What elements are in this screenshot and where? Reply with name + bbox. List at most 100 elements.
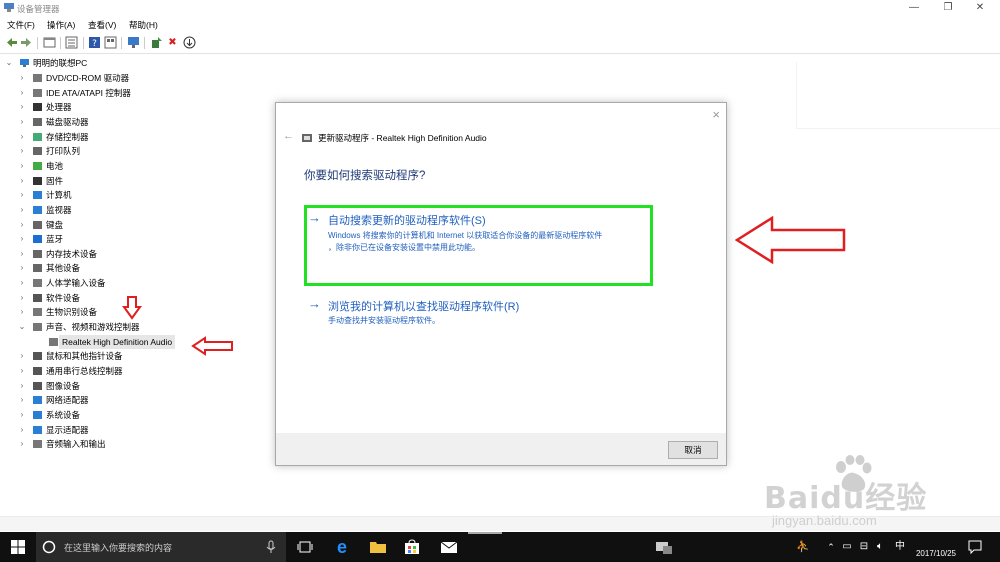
chevron-right-icon[interactable]: › — [18, 203, 26, 217]
menu-view[interactable]: 查看(V) — [88, 19, 116, 31]
update-driver-icon[interactable] — [150, 36, 163, 49]
taskbar-search[interactable]: 在这里输入你要搜索的内容 — [36, 532, 286, 562]
menu-help[interactable]: 帮助(H) — [129, 19, 158, 31]
battery-tray-icon[interactable]: ▭ — [842, 539, 852, 555]
clock-date[interactable]: 2017/10/25 — [910, 546, 962, 562]
tree-item-label: 显示适配器 — [46, 424, 89, 435]
tree-item-label: 蓝牙 — [46, 234, 64, 245]
chevron-down-icon[interactable]: ⌄ — [5, 56, 13, 70]
tree-item-label: 计算机 — [46, 190, 72, 201]
tree-item-label: 图像设备 — [46, 380, 81, 391]
chevron-right-icon[interactable]: › — [18, 261, 26, 275]
monitor-icon[interactable] — [127, 36, 140, 49]
storage-controller-icon — [33, 132, 42, 141]
menu-file[interactable]: 文件(F) — [7, 19, 35, 31]
tree-item-label: 存储控制器 — [46, 131, 89, 142]
browse-title: 浏览我的计算机以查找驱动程序软件(R) — [328, 301, 520, 313]
tree-item-label: 键盘 — [46, 219, 64, 230]
system-device-icon — [33, 410, 42, 419]
chevron-right-icon[interactable]: › — [18, 130, 26, 144]
uninstall-icon[interactable]: ✖ — [166, 36, 179, 49]
mail-icon[interactable] — [440, 539, 458, 555]
chevron-right-icon[interactable]: › — [18, 71, 26, 85]
tray-expand-icon[interactable]: ⌃ — [826, 539, 836, 555]
chevron-right-icon[interactable]: › — [18, 291, 26, 305]
tree-item-label: 鼠标和其他指针设备 — [46, 351, 123, 362]
audio-io-icon — [33, 440, 42, 449]
window-title: 设备管理器 — [17, 4, 60, 14]
chevron-right-icon[interactable]: › — [18, 437, 26, 451]
tree-item-label: 监视器 — [46, 204, 72, 215]
people-icon[interactable]: ⛹ — [796, 539, 810, 555]
chevron-right-icon[interactable]: › — [18, 144, 26, 158]
usb-icon — [33, 367, 42, 375]
toolbar-separator — [37, 37, 38, 49]
memory-icon — [33, 249, 42, 258]
store-icon[interactable] — [404, 539, 420, 555]
chevron-right-icon[interactable]: › — [18, 364, 26, 378]
chevron-right-icon[interactable]: › — [18, 349, 26, 363]
microphone-icon[interactable] — [266, 540, 276, 554]
tree-item-label: 音频输入和输出 — [46, 439, 106, 450]
list-icon[interactable] — [65, 36, 78, 49]
menu-action[interactable]: 操作(A) — [47, 19, 75, 31]
chevron-right-icon[interactable]: › — [18, 188, 26, 202]
volume-tray-icon[interactable]: 🔈︎ — [874, 539, 886, 555]
network-icon — [33, 396, 42, 405]
monitor-icon — [33, 205, 42, 214]
chevron-right-icon[interactable]: › — [18, 218, 26, 232]
dialog-back-button[interactable]: ← — [283, 130, 294, 142]
ime-indicator[interactable]: 中 — [894, 539, 906, 555]
back-arrow-icon[interactable] — [5, 36, 18, 49]
cpu-icon — [33, 103, 42, 112]
chevron-right-icon[interactable]: › — [18, 232, 26, 246]
chevron-right-icon[interactable]: › — [18, 247, 26, 261]
chevron-right-icon[interactable]: › — [18, 379, 26, 393]
watermark-logo-text: Baidu经验 — [764, 481, 928, 516]
auto-search-option[interactable]: → 自动搜索更新的驱动程序软件(S) Windows 将搜索你的计算机和 Int… — [308, 207, 644, 277]
browse-option[interactable]: → 浏览我的计算机以查找驱动程序软件(R) 手动查找并安装驱动程序软件。 — [308, 295, 644, 329]
chevron-right-icon[interactable]: › — [18, 174, 26, 188]
file-explorer-icon[interactable] — [369, 539, 387, 555]
tree-item-label: 内存技术设备 — [46, 248, 98, 259]
search-input[interactable]: 在这里输入你要搜索的内容 — [64, 541, 172, 554]
task-view-icon[interactable] — [297, 539, 313, 555]
chevron-right-icon[interactable]: › — [18, 408, 26, 422]
edge-icon[interactable]: e — [333, 538, 351, 556]
tree-item-label: 网络适配器 — [46, 395, 89, 406]
toolbar-separator — [144, 37, 145, 49]
network-tray-icon[interactable]: ⊟ — [858, 539, 870, 555]
chevron-right-icon[interactable]: › — [18, 115, 26, 129]
tree-item-label: 磁盘驱动器 — [46, 116, 89, 127]
scan-icon[interactable] — [183, 36, 196, 49]
mouse-icon — [33, 352, 42, 361]
properties-icon[interactable] — [43, 36, 56, 49]
help-icon[interactable]: ? — [88, 36, 101, 49]
computer-icon — [20, 59, 29, 67]
dialog-close-button[interactable]: × — [712, 107, 720, 122]
view-icon[interactable] — [104, 36, 117, 49]
chevron-right-icon[interactable]: › — [18, 100, 26, 114]
cortana-icon — [42, 540, 56, 554]
tree-root[interactable]: ⌄ 明明的联想PC — [0, 56, 160, 70]
maximize-button[interactable]: ❐ — [934, 0, 962, 16]
display-adapter-icon — [33, 425, 42, 434]
minimize-button[interactable]: — — [900, 0, 928, 16]
tree-item-label: 通用串行总线控制器 — [46, 366, 123, 376]
tree-item-label: DVD/CD-ROM 驱动器 — [46, 73, 130, 83]
speaker-icon — [302, 134, 312, 142]
chevron-right-icon[interactable]: › — [18, 393, 26, 407]
windows-start-icon[interactable] — [10, 539, 26, 555]
software-device-icon — [33, 293, 42, 302]
chevron-right-icon[interactable]: › — [18, 86, 26, 100]
chevron-right-icon[interactable]: › — [18, 159, 26, 173]
chevron-right-icon[interactable]: › — [18, 276, 26, 290]
chevron-down-icon[interactable]: ⌄ — [18, 320, 26, 334]
close-window-button[interactable]: ✕ — [966, 0, 994, 16]
chevron-right-icon[interactable]: › — [18, 305, 26, 319]
cancel-button[interactable]: 取消 — [668, 441, 718, 459]
chevron-right-icon[interactable]: › — [18, 423, 26, 437]
forward-arrow-icon[interactable] — [20, 36, 33, 49]
device-manager-icon[interactable] — [655, 539, 673, 555]
action-center-icon[interactable] — [968, 539, 982, 555]
